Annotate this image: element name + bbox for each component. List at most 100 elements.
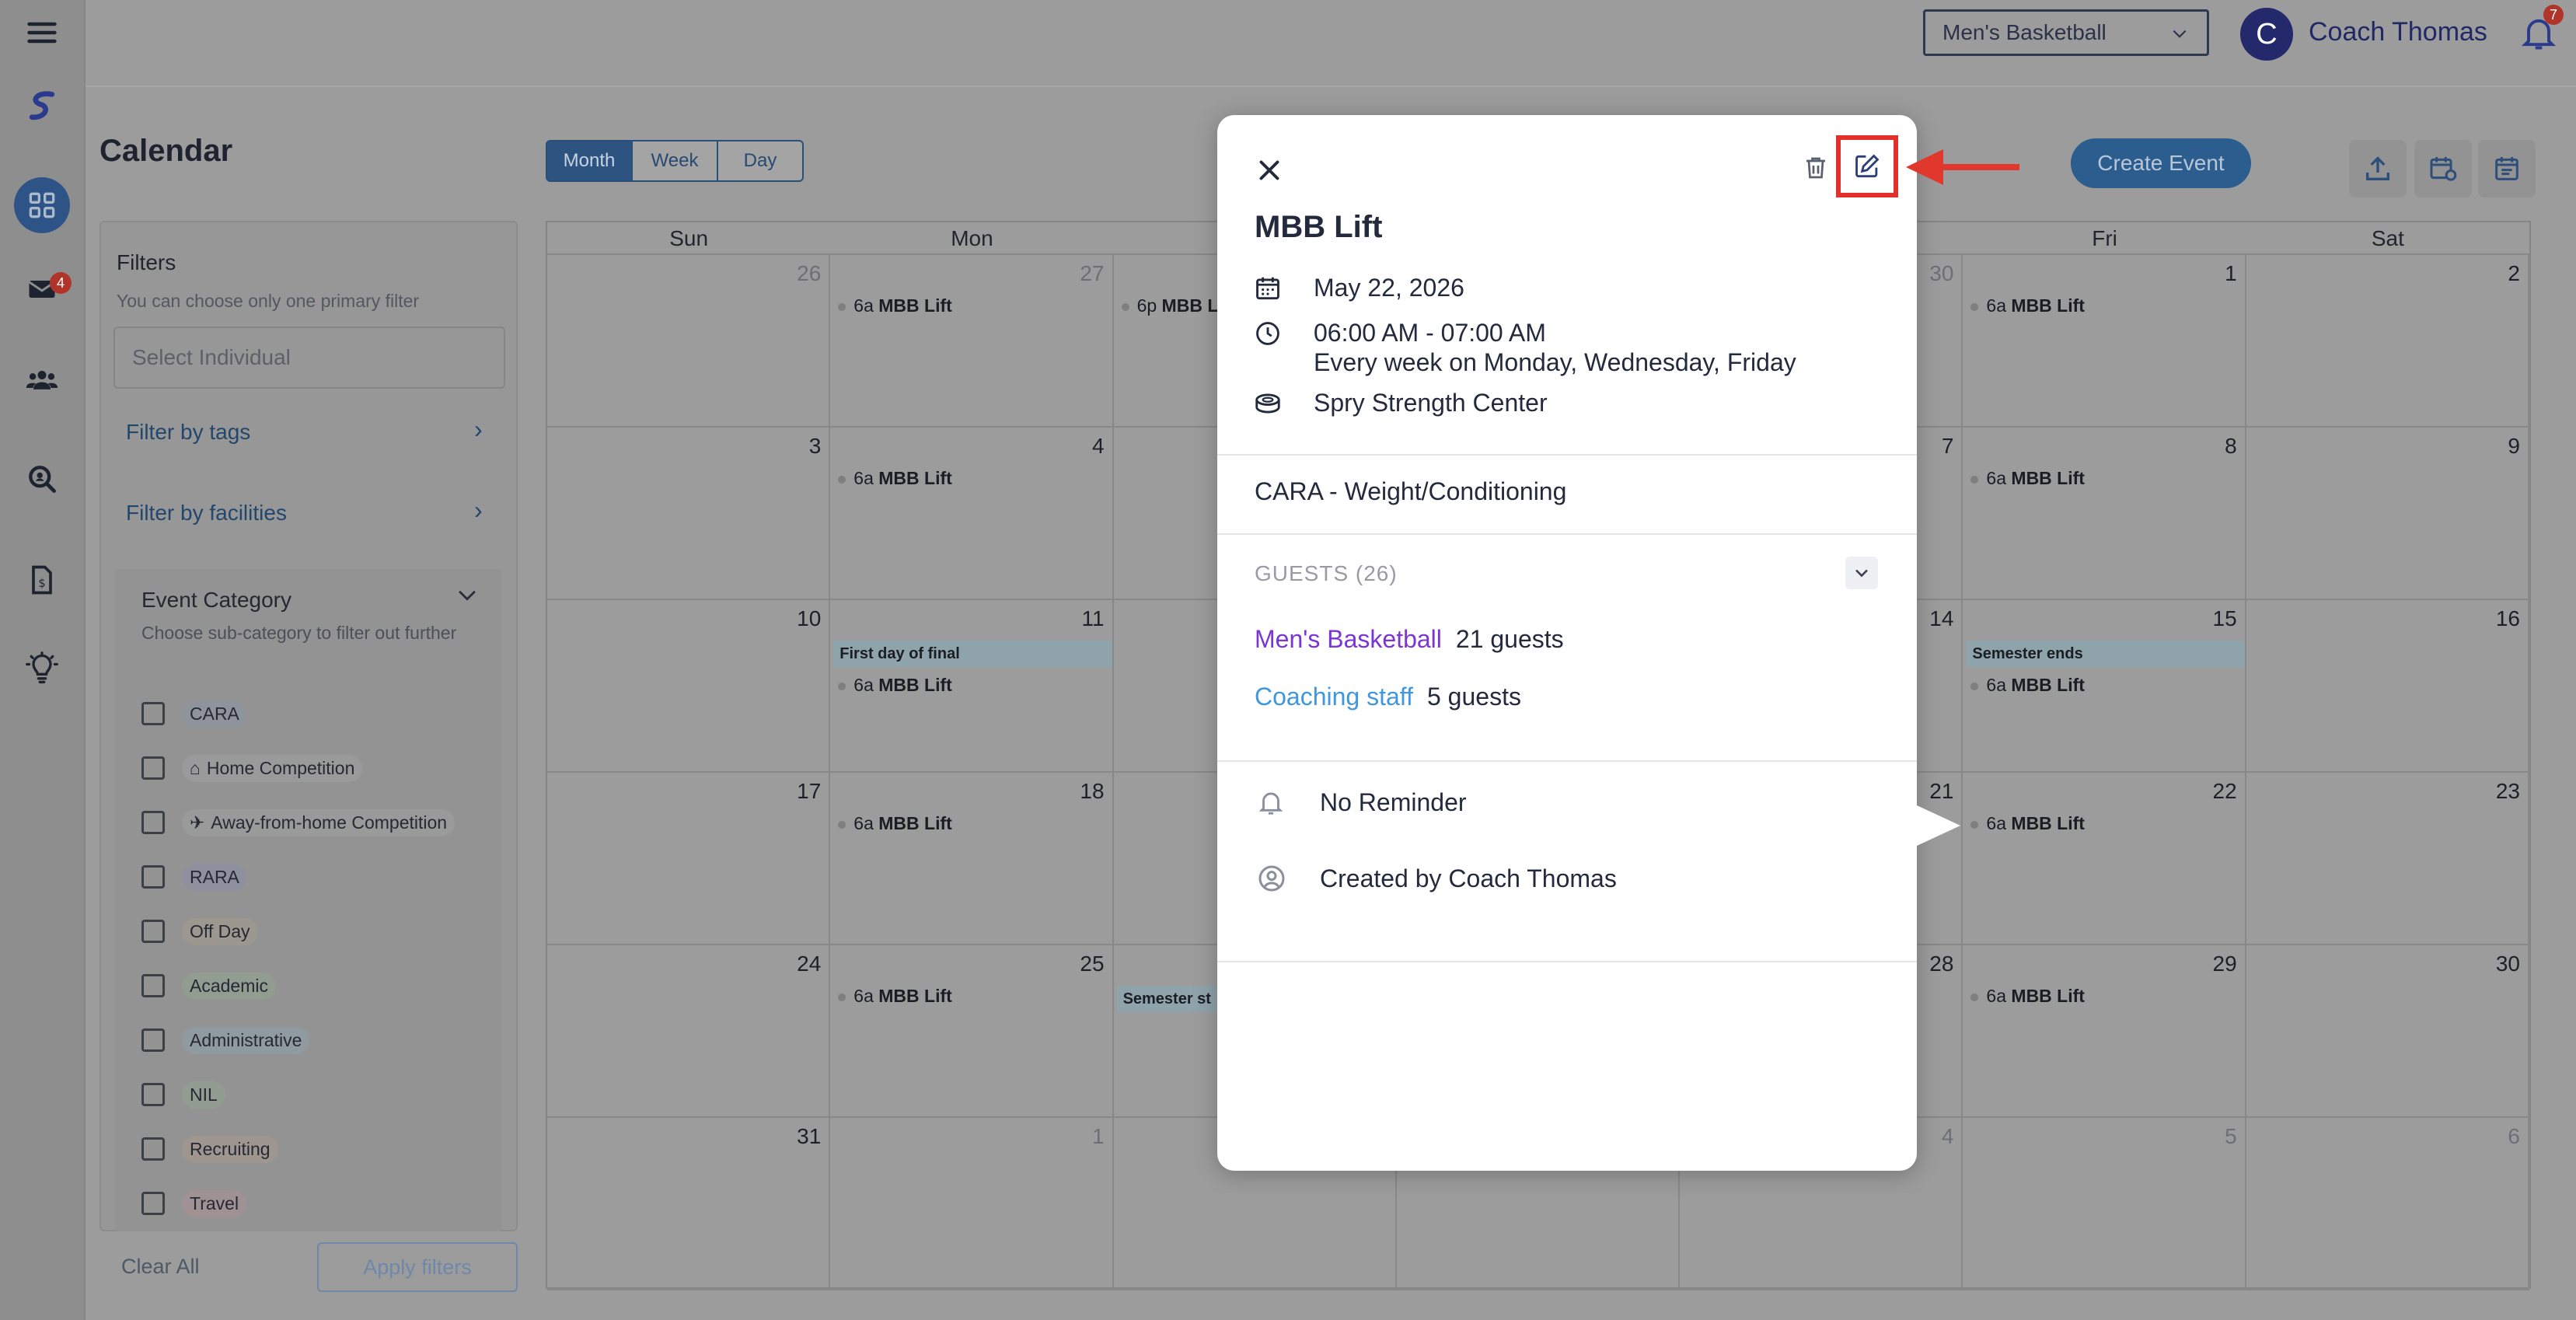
calendar-day-cell[interactable]: 29 6a MBB Lift [1963, 945, 2246, 1118]
calendar-day-cell[interactable]: 3 [547, 428, 831, 600]
calendar-day-cell[interactable]: 6 [2246, 1118, 2529, 1290]
calendar-event[interactable]: 6a MBB Lift [838, 295, 952, 316]
all-day-event[interactable]: First day of final [833, 641, 1112, 667]
category-checkbox[interactable] [141, 1083, 165, 1106]
day-number: 21 [1929, 779, 1954, 803]
guests-toggle-button[interactable] [1845, 557, 1878, 589]
event-dot [838, 475, 846, 484]
calendar-day-cell[interactable]: 10 [547, 600, 831, 773]
calendar-day-cell[interactable]: 26 [547, 255, 831, 428]
calendar-day-cell[interactable]: 23 [2246, 773, 2529, 945]
search-person-icon[interactable] [14, 451, 70, 507]
calendar-day-cell[interactable]: 24 [547, 945, 831, 1118]
calendar-event[interactable]: 6a MBB Lift [838, 986, 952, 1007]
event-dot [1970, 302, 1979, 311]
calendar-event[interactable]: 6a MBB Lift [1970, 295, 2085, 316]
calendar-day-cell[interactable]: 11 First day of final 6a MBB Lift [830, 600, 1114, 773]
guest-group-name[interactable]: Men's Basketball [1255, 625, 1442, 654]
calendar-day-cell[interactable]: 4 6a MBB Lift [830, 428, 1114, 600]
view-week-button[interactable]: Week [633, 140, 718, 182]
modal-pointer [1917, 805, 1960, 846]
export-button[interactable] [2349, 140, 2407, 197]
filter-by-facilities-link[interactable]: Filter by facilities [126, 501, 287, 526]
category-checkbox[interactable] [141, 865, 165, 889]
dashboard-icon[interactable] [14, 177, 70, 233]
calendar-event[interactable]: 6a MBB Lift [838, 468, 952, 489]
chevron-right-icon[interactable]: › [474, 496, 483, 525]
calendar-day-cell[interactable]: 16 [2246, 600, 2529, 773]
calendar-day-cell[interactable]: 18 6a MBB Lift [830, 773, 1114, 945]
calendar-day-cell[interactable]: 25 6a MBB Lift [830, 945, 1114, 1118]
close-icon[interactable] [1253, 154, 1286, 190]
chevron-down-icon[interactable] [454, 581, 480, 612]
team-icon[interactable] [14, 351, 70, 407]
view-day-button[interactable]: Day [718, 140, 804, 182]
calendar-day-cell[interactable]: 30 [2246, 945, 2529, 1118]
category-option[interactable]: Academic [141, 970, 276, 1001]
category-label: CARA [182, 700, 247, 728]
select-individual-field[interactable]: Select Individual [113, 327, 505, 389]
category-checkbox[interactable] [141, 811, 165, 834]
user-name[interactable]: Coach Thomas [2309, 17, 2487, 47]
calendar-event[interactable]: 6a MBB Lift [1970, 986, 2085, 1007]
avatar[interactable]: C [2240, 8, 2293, 61]
day-number: 24 [797, 952, 822, 976]
calendar-day-cell[interactable]: 8 6a MBB Lift [1963, 428, 2246, 600]
calendar-event[interactable]: 6a MBB Lift [838, 675, 952, 696]
calendar-day-cell[interactable]: 17 [547, 773, 831, 945]
app-logo[interactable] [14, 78, 70, 134]
category-option[interactable]: Administrative [141, 1025, 310, 1056]
category-checkbox[interactable] [141, 1028, 165, 1052]
category-option[interactable]: NIL [141, 1079, 225, 1110]
day-number: 4 [1941, 1124, 1954, 1148]
category-label: NIL [182, 1081, 225, 1109]
calendar-day-cell[interactable]: 31 [547, 1118, 831, 1290]
category-option[interactable]: ✈ Away-from-home Competition [141, 807, 456, 838]
category-option[interactable]: Off Day [141, 916, 258, 947]
edit-button[interactable] [1836, 135, 1898, 197]
calendar-day-cell[interactable]: 1 [830, 1118, 1114, 1290]
clear-all-button[interactable]: Clear All [121, 1255, 200, 1279]
category-checkbox[interactable] [141, 974, 165, 997]
calendar-day-cell[interactable]: 27 6a MBB Lift [830, 255, 1114, 428]
calendar-day-cell[interactable]: 9 [2246, 428, 2529, 600]
category-label: RARA [182, 863, 247, 891]
category-checkbox[interactable] [141, 702, 165, 725]
calendar-day-cell[interactable]: 1 6a MBB Lift [1963, 255, 2246, 428]
category-option[interactable]: CARA [141, 698, 247, 729]
event-dot [1970, 820, 1979, 829]
category-checkbox[interactable] [141, 756, 165, 780]
calendar-event[interactable]: 6a MBB Lift [838, 813, 952, 834]
category-option[interactable]: Recruiting [141, 1133, 278, 1165]
calendar-day-cell[interactable]: 2 [2246, 255, 2529, 428]
calendar-day-cell[interactable]: 22 6a MBB Lift [1963, 773, 2246, 945]
category-option[interactable]: RARA [141, 861, 247, 892]
finance-document-icon[interactable]: $ [14, 552, 70, 608]
category-option[interactable]: ⌂ Home Competition [141, 753, 363, 784]
lightbulb-icon[interactable] [14, 641, 70, 697]
filter-by-tags-link[interactable]: Filter by tags [126, 420, 250, 445]
calendar-event[interactable]: 6p MBB L [1121, 295, 1218, 316]
calendar-view-button[interactable] [2478, 140, 2536, 197]
trash-icon[interactable] [1802, 152, 1830, 187]
category-option[interactable]: Travel [141, 1188, 247, 1219]
category-checkbox[interactable] [141, 1137, 165, 1161]
calendar-event[interactable]: 6a MBB Lift [1970, 675, 2085, 696]
calendar-day-cell[interactable]: 5 [1963, 1118, 2246, 1290]
category-label-text: NIL [190, 1084, 218, 1105]
all-day-event[interactable]: Semester ends [1966, 641, 2245, 667]
calendar-event[interactable]: 6a MBB Lift [1970, 468, 2085, 489]
guest-group-name[interactable]: Coaching staff [1255, 683, 1413, 711]
category-checkbox[interactable] [141, 1192, 165, 1215]
apply-filters-button[interactable]: Apply filters [317, 1242, 518, 1292]
chevron-right-icon[interactable]: › [474, 415, 483, 444]
team-select[interactable]: Men's Basketball [1923, 9, 2209, 56]
hamburger-menu-icon[interactable] [14, 5, 70, 61]
calendar-settings-button[interactable] [2414, 140, 2472, 197]
calendar-event[interactable]: 6a MBB Lift [1970, 813, 2085, 834]
create-event-button[interactable]: Create Event [2071, 138, 2251, 188]
category-label: Travel [182, 1189, 247, 1217]
calendar-day-cell[interactable]: 15 Semester ends 6a MBB Lift [1963, 600, 2246, 773]
category-checkbox[interactable] [141, 920, 165, 943]
view-month-button[interactable]: Month [546, 140, 633, 182]
